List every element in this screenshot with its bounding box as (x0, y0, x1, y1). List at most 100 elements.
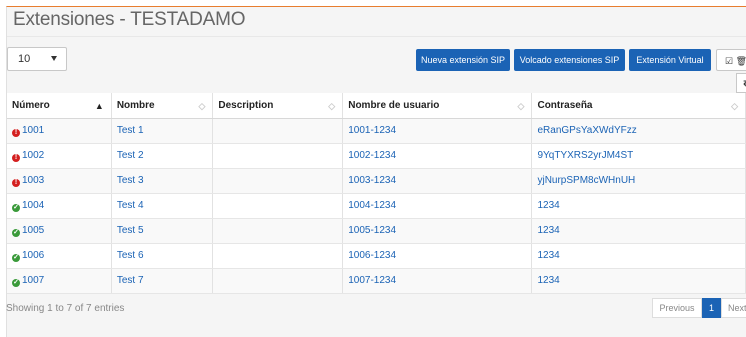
name-cell-text: Test 1 (116, 125, 144, 136)
number-cell: ✓ 1005 (7, 218, 112, 244)
description-cell (212, 243, 344, 269)
table-row[interactable]: ! 1002 Test 2 1002-1234 9YqTYXRS2yrJM4ST (7, 143, 746, 169)
name-cell: Test 3 (111, 168, 214, 194)
password-cell: 1234 (531, 268, 746, 294)
chevron-down-icon (51, 56, 57, 61)
page-title: Extensiones - TESTADAMO (13, 9, 246, 30)
column-header-number[interactable]: Número ▲ (7, 93, 112, 119)
extensions-table: Número ▲ Nombre ◇ Description ◇ Nombre de u… (7, 93, 746, 294)
username-cell: 1002-1234 (342, 143, 533, 169)
username-cell-text: 1005-1234 (348, 225, 397, 236)
new-sip-extension-button[interactable]: Nueva extensión SIP (416, 49, 510, 71)
password-cell: yjNurpSPM8cWHnUH (531, 168, 746, 194)
name-cell-text: Test 7 (116, 275, 144, 286)
number-cell: ! 1001 (7, 118, 112, 144)
select-delete-button[interactable]: ☑ 🗑 (716, 49, 746, 71)
table-row[interactable]: ✓ 1004 Test 4 1004-1234 1234 (7, 193, 746, 219)
table-row[interactable]: ! 1003 Test 3 1003-1234 yjNurpSPM8cWHnUH (7, 168, 746, 194)
description-cell (212, 143, 344, 169)
name-cell: Test 5 (111, 218, 214, 244)
check-circle-icon: ✓ (12, 278, 20, 287)
sort-icon: ◇ (731, 101, 738, 111)
name-cell-text: Test 4 (116, 200, 144, 211)
password-cell-text: 1234 (537, 200, 560, 211)
name-cell: Test 6 (111, 243, 214, 269)
table-row[interactable]: ✓ 1007 Test 7 1007-1234 1234 (7, 268, 746, 294)
sort-icon: ◇ (328, 101, 336, 111)
table-row[interactable]: ! 1001 Test 1 1001-1234 eRanGPsYaXWdYFzz (7, 118, 746, 144)
password-cell-text: eRanGPsYaXWdYFzz (537, 125, 637, 136)
previous-page-button[interactable]: Previous (652, 298, 702, 318)
password-cell-text: 9YqTYXRS2yrJM4ST (537, 150, 634, 161)
name-cell: Test 4 (111, 193, 214, 219)
description-cell (212, 193, 344, 219)
sort-asc-icon: ▲ (94, 101, 104, 111)
number-cell: ! 1002 (7, 143, 112, 169)
number-cell-text[interactable]: 1004 (22, 200, 44, 211)
check-circle-icon: ✓ (12, 253, 20, 262)
username-cell: 1006-1234 (342, 243, 533, 269)
column-header-password[interactable]: Contraseña ◇ (531, 93, 746, 119)
number-cell-text[interactable]: 1001 (22, 125, 44, 136)
column-header-description[interactable]: Description ◇ (212, 93, 344, 119)
password-cell-text: 1234 (537, 275, 560, 286)
number-cell: ✓ 1007 (7, 268, 112, 294)
name-cell: Test 2 (111, 143, 214, 169)
virtual-extension-button[interactable]: Extensión Virtual (629, 49, 711, 71)
username-cell-text: 1002-1234 (348, 150, 397, 161)
sort-icon: ◇ (517, 101, 525, 111)
password-cell: eRanGPsYaXWdYFzz (531, 118, 746, 144)
dump-sip-extensions-button[interactable]: Volcado extensiones SIP (514, 49, 625, 71)
column-header-name[interactable]: Nombre ◇ (111, 93, 214, 119)
number-cell-text[interactable]: 1007 (22, 275, 44, 286)
description-cell (212, 218, 344, 244)
name-cell-text: Test 5 (116, 225, 144, 236)
title-divider (7, 36, 746, 37)
column-toggle-button[interactable]: ⇄ (736, 73, 746, 93)
page-size-value: 10 (18, 53, 31, 65)
page-size-select[interactable]: 10 (7, 47, 67, 71)
password-cell: 9YqTYXRS2yrJM4ST (531, 143, 746, 169)
username-cell: 1003-1234 (342, 168, 533, 194)
username-cell-text: 1006-1234 (348, 250, 397, 261)
description-cell (212, 118, 344, 144)
username-cell: 1004-1234 (342, 193, 533, 219)
table-row[interactable]: ✓ 1006 Test 6 1006-1234 1234 (7, 243, 746, 269)
number-cell: ✓ 1006 (7, 243, 112, 269)
check-circle-icon: ✓ (12, 228, 20, 237)
check-circle-icon: ✓ (12, 203, 20, 212)
number-cell-text[interactable]: 1002 (22, 150, 44, 161)
username-cell-text: 1004-1234 (348, 200, 397, 211)
description-cell (212, 268, 344, 294)
page-1-button[interactable]: 1 (702, 298, 721, 318)
username-cell-text: 1003-1234 (348, 175, 397, 186)
next-page-button[interactable]: Next (721, 298, 746, 318)
password-cell-text: 1234 (537, 250, 560, 261)
error-circle-icon: ! (12, 153, 20, 162)
error-circle-icon: ! (12, 128, 20, 137)
sort-icon: ◇ (198, 101, 206, 111)
table-row[interactable]: ✓ 1005 Test 5 1005-1234 1234 (7, 218, 746, 244)
username-cell: 1005-1234 (342, 218, 533, 244)
number-cell-text[interactable]: 1006 (22, 250, 44, 261)
password-cell: 1234 (531, 243, 746, 269)
password-cell-text: yjNurpSPM8cWHnUH (537, 175, 636, 186)
table-header-row: Número ▲ Nombre ◇ Description ◇ Nombre de u… (7, 93, 746, 119)
number-cell-text[interactable]: 1003 (22, 175, 44, 186)
name-cell-text: Test 2 (116, 150, 144, 161)
name-cell-text: Test 6 (116, 250, 144, 261)
error-circle-icon: ! (12, 178, 20, 187)
number-cell-text[interactable]: 1005 (22, 225, 44, 236)
check-trash-icon: ☑ 🗑 (725, 56, 746, 66)
name-cell: Test 1 (111, 118, 214, 144)
username-cell-text: 1001-1234 (348, 125, 397, 136)
entries-info: Showing 1 to 7 of 7 entries (6, 303, 125, 314)
column-header-username[interactable]: Nombre de usuario ◇ (342, 93, 533, 119)
password-cell: 1234 (531, 193, 746, 219)
name-cell-text: Test 3 (116, 175, 144, 186)
username-cell-text: 1007-1234 (348, 275, 397, 286)
number-cell: ✓ 1004 (7, 193, 112, 219)
name-cell: Test 7 (111, 268, 214, 294)
number-cell: ! 1003 (7, 168, 112, 194)
description-cell (212, 168, 344, 194)
